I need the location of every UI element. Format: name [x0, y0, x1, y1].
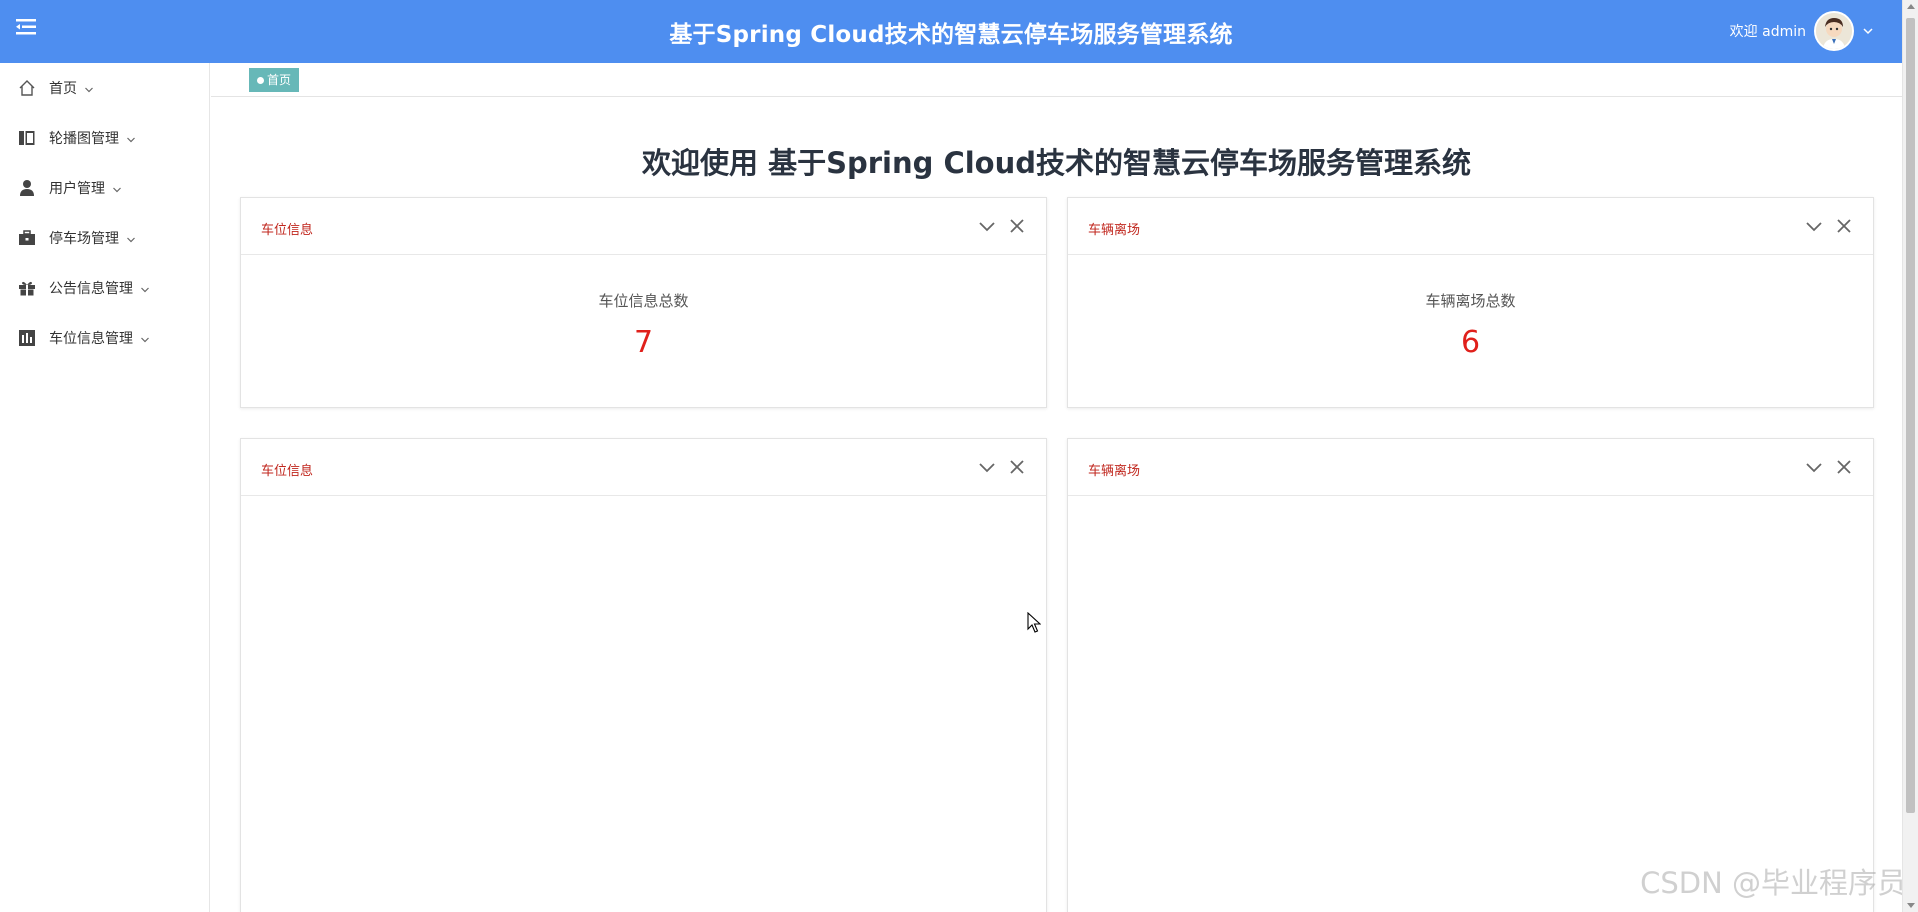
app-title: 基于Spring Cloud技术的智慧云停车场服务管理系统 — [669, 22, 1233, 48]
sidebar-item-label: 用户管理 — [49, 181, 105, 197]
close-icon[interactable] — [1835, 217, 1853, 235]
sidebar-item-users[interactable]: 用户管理 — [0, 163, 209, 213]
close-icon[interactable] — [1008, 458, 1026, 476]
close-icon[interactable] — [1008, 217, 1026, 235]
top-header-bar: 基于Spring Cloud技术的智慧云停车场服务管理系统 欢迎 admin — [0, 0, 1902, 63]
sidebar-item-spaces[interactable]: 车位信息管理 — [0, 313, 209, 363]
chevron-down-icon[interactable] — [1805, 217, 1823, 235]
scrollbar-thumb[interactable] — [1906, 18, 1915, 813]
stat-panel-spaces: 车位信息 车位信息总数 7 — [240, 197, 1047, 408]
chevron-down-icon[interactable] — [978, 458, 996, 476]
breadcrumb-label: 首页 — [267, 73, 292, 87]
user-icon — [18, 179, 36, 197]
breadcrumb: 首页 — [211, 63, 1902, 97]
stat-label: 车位信息总数 — [598, 292, 689, 310]
welcome-text: 欢迎 admin — [1729, 24, 1806, 40]
chevron-down-icon[interactable] — [1805, 458, 1823, 476]
scroll-up-arrow-icon[interactable] — [1907, 4, 1915, 9]
panel-header: 车位信息 — [241, 198, 1046, 255]
sidebar-item-label: 停车场管理 — [49, 231, 119, 247]
sidebar: 首页 轮播图管理 用户管理 停车场管理 公告信息管理 车位信息管理 — [0, 63, 210, 912]
panel-title: 车辆离场 — [1088, 464, 1141, 479]
sidebar-item-carousel[interactable]: 轮播图管理 — [0, 113, 209, 163]
dot-icon — [257, 76, 264, 84]
sidebar-item-label: 公告信息管理 — [49, 281, 133, 297]
book-icon — [18, 129, 36, 147]
mouse-cursor-icon — [1027, 611, 1042, 634]
breadcrumb-home-tag[interactable]: 首页 — [249, 68, 300, 92]
chart-panel-departures: 车辆离场 — [1067, 438, 1874, 912]
sidebar-item-label: 首页 — [49, 81, 77, 97]
sidebar-item-label: 车位信息管理 — [49, 331, 133, 347]
page-title: 欢迎使用 基于Spring Cloud技术的智慧云停车场服务管理系统 — [641, 146, 1472, 180]
stat-value: 6 — [1460, 325, 1481, 360]
stat-panel-departures: 车辆离场 车辆离场总数 6 — [1067, 197, 1874, 408]
avatar[interactable] — [1814, 11, 1854, 51]
chevron-down-icon — [112, 183, 122, 193]
sidebar-item-home[interactable]: 首页 — [0, 63, 209, 113]
watermark: CSDN @毕业程序员 — [1640, 866, 1906, 900]
panel-title: 车位信息 — [261, 223, 314, 238]
panel-title: 车辆离场 — [1088, 223, 1141, 238]
stat-label: 车辆离场总数 — [1425, 292, 1516, 310]
vertical-scrollbar[interactable] — [1902, 0, 1918, 912]
sidebar-item-announcements[interactable]: 公告信息管理 — [0, 263, 209, 313]
chevron-down-icon — [126, 133, 136, 143]
stat-value: 7 — [633, 325, 654, 360]
panel-header: 车辆离场 — [1068, 198, 1873, 255]
chevron-down-icon — [140, 333, 150, 343]
chevron-down-icon — [140, 283, 150, 293]
sidebar-item-parking[interactable]: 停车场管理 — [0, 213, 209, 263]
chart-panel-spaces: 车位信息 — [240, 438, 1047, 912]
gift-icon — [18, 279, 36, 297]
home-icon — [18, 79, 36, 97]
panel-title: 车位信息 — [261, 464, 314, 479]
scroll-down-arrow-icon[interactable] — [1907, 903, 1915, 908]
chevron-down-icon — [84, 83, 94, 93]
panel-header: 车位信息 — [241, 439, 1046, 496]
user-menu[interactable]: 欢迎 admin — [1730, 8, 1874, 54]
panel-header: 车辆离场 — [1068, 439, 1873, 496]
chevron-down-icon — [126, 233, 136, 243]
sidebar-item-label: 轮播图管理 — [49, 131, 119, 147]
chevron-down-icon[interactable] — [978, 217, 996, 235]
chart-icon — [18, 329, 36, 347]
briefcase-icon — [18, 229, 36, 247]
chevron-down-icon[interactable] — [1862, 25, 1874, 37]
close-icon[interactable] — [1835, 458, 1853, 476]
